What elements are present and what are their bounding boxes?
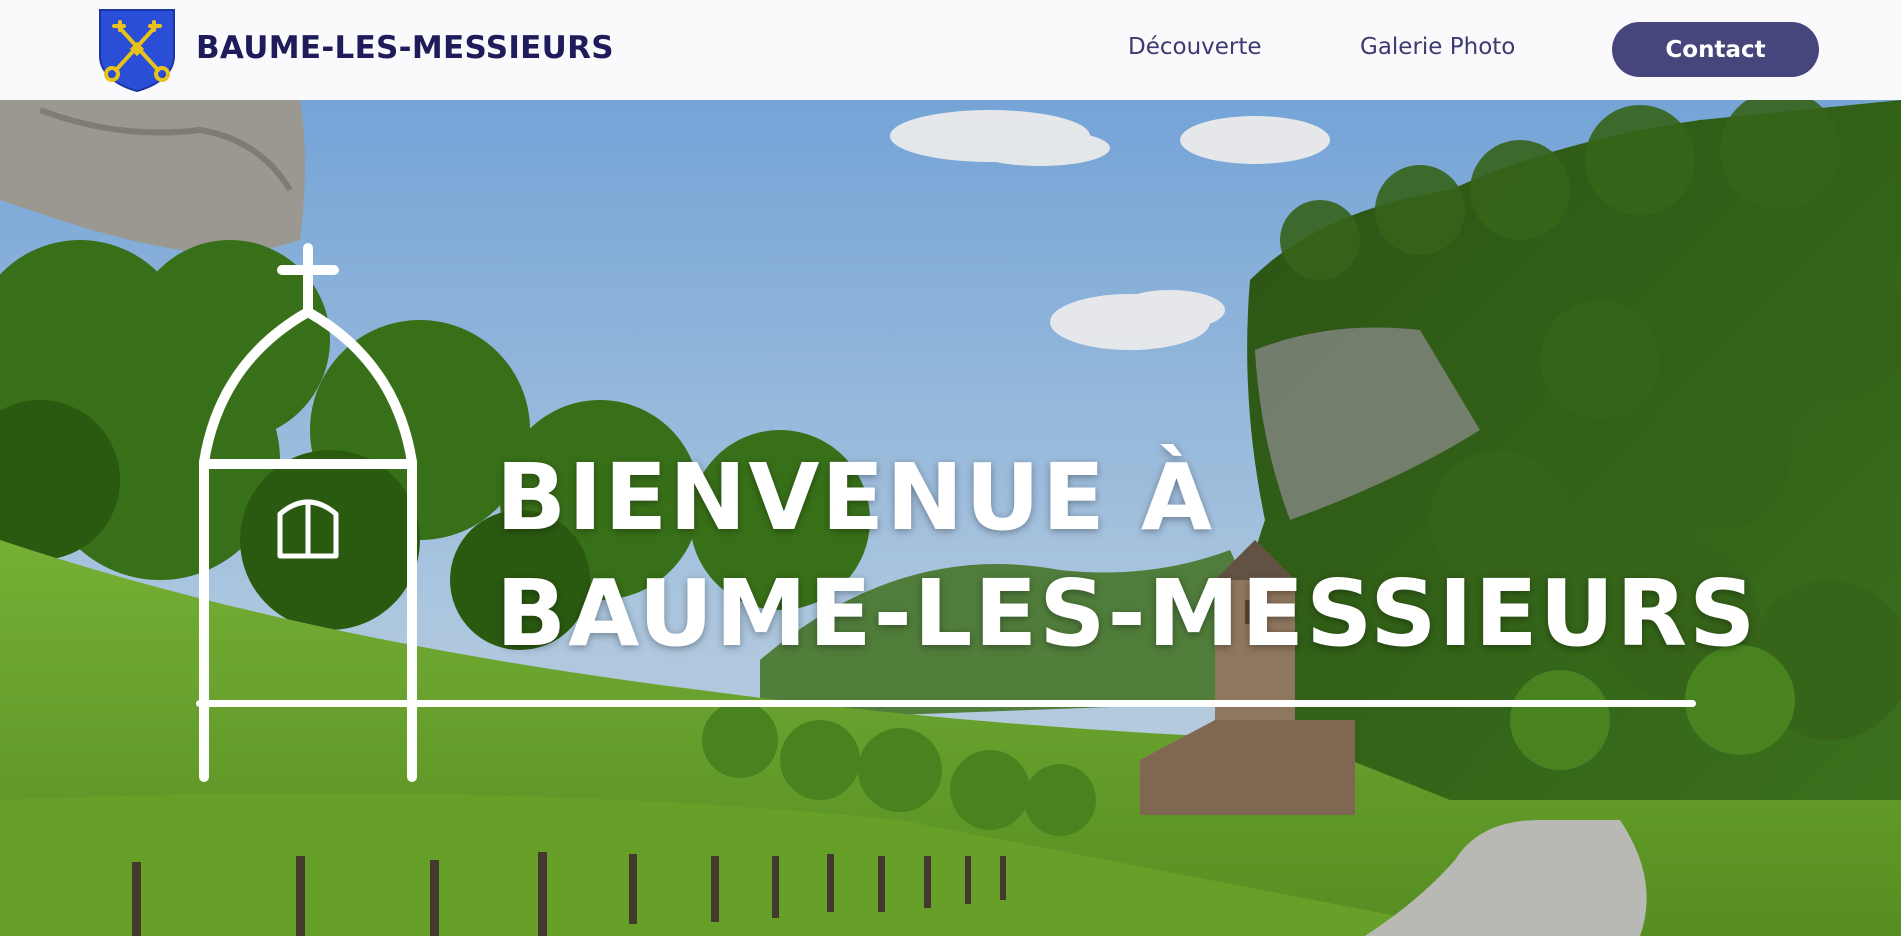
hero-underline-divider [196,700,1696,707]
nav-link-galerie-photo[interactable]: Galerie Photo [1360,34,1515,60]
hero-title-line-2: BAUME-LES-MESSIEURS [496,560,1758,667]
contact-button-label: Contact [1665,36,1766,63]
contact-button[interactable]: Contact [1612,22,1819,77]
nav-link-decouverte[interactable]: Découverte [1128,34,1262,60]
hero-title: BIENVENUE À BAUME-LES-MESSIEURS [496,440,1757,672]
hero-title-line-1: BIENVENUE À [496,444,1215,551]
site-header: BAUME-LES-MESSIEURS Découverte Galerie P… [0,0,1901,100]
crossed-keys-shield-icon[interactable] [98,8,176,92]
hero-section: BIENVENUE À BAUME-LES-MESSIEURS [0,100,1901,936]
site-name[interactable]: BAUME-LES-MESSIEURS [196,30,614,66]
